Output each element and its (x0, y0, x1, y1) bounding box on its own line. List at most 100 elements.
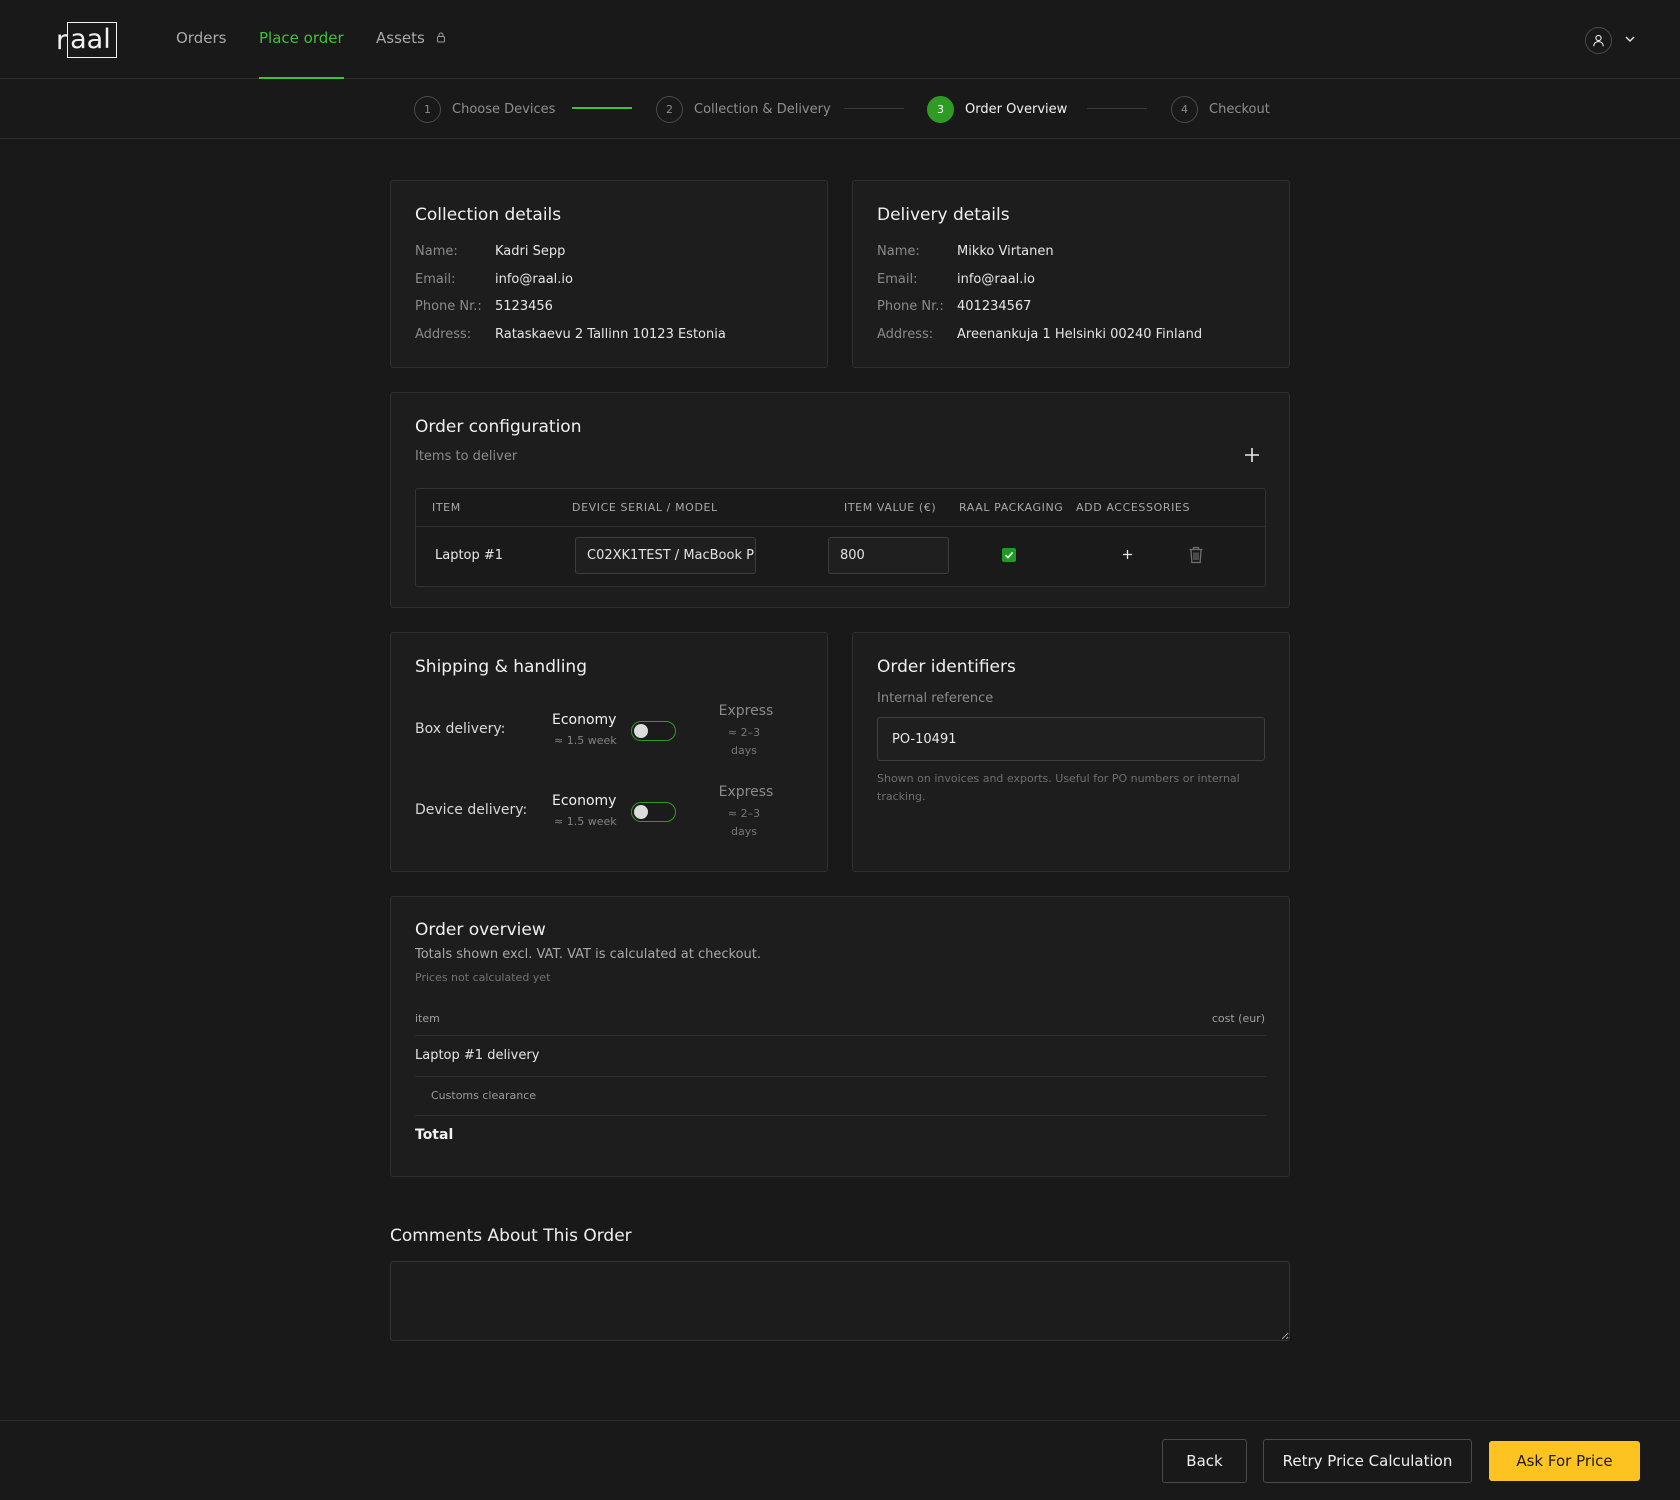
add-item-plus-icon[interactable] (1243, 446, 1261, 464)
retry-price-calculation-button[interactable]: Retry Price Calculation (1263, 1439, 1472, 1483)
step-label: Checkout (1209, 101, 1270, 117)
step-connector (1087, 108, 1147, 109)
comments-title: Comments About This Order (390, 1226, 632, 1246)
step-order-overview[interactable]: 3 Order Overview (927, 95, 1067, 123)
serial-model-input[interactable]: C02XK1TEST / MacBook P (575, 537, 756, 574)
express-option-label: Express (718, 784, 774, 800)
step-number: 4 (1171, 95, 1198, 123)
user-avatar-button[interactable] (1585, 27, 1612, 54)
order-stepper: 1 Choose Devices 2 Collection & Delivery… (0, 79, 1680, 139)
overview-subtitle: Totals shown excl. VAT. VAT is calculate… (415, 947, 762, 962)
card-title: Order overview (415, 920, 546, 940)
divider (415, 1035, 1266, 1036)
economy-option-label: Economy (552, 793, 617, 809)
logo-text-plain: r (56, 24, 68, 56)
step-label: Collection & Delivery (694, 101, 831, 117)
card-title: Order configuration (415, 417, 582, 437)
nav-assets-label: Assets (376, 29, 425, 47)
user-icon (1593, 34, 1604, 47)
box-delivery-express-toggle[interactable] (631, 721, 676, 741)
nav-place-order[interactable]: Place order (259, 0, 344, 79)
address-value: Rataskaevu 2 Tallinn 10123 Estonia (495, 327, 726, 342)
logo-text-boxed: aal (67, 22, 117, 58)
overview-subrow-label: Customs clearance (431, 1089, 537, 1102)
column-header: DEVICE SERIAL / MODEL (572, 501, 718, 514)
economy-duration: ≈ 1.5 week (554, 734, 617, 747)
step-number: 1 (414, 95, 441, 123)
phone-label: Phone Nr.: (877, 299, 944, 314)
step-number: 3 (927, 95, 954, 123)
shipping-handling-card: Shipping & handling Box delivery: Econom… (390, 632, 828, 872)
delivery-details-card: Delivery details Name: Mikko Virtanen Em… (852, 180, 1290, 368)
phone-label: Phone Nr.: (415, 299, 482, 314)
card-title: Order identifiers (877, 657, 1016, 677)
total-label: Total (415, 1127, 454, 1143)
express-duration-line: ≈ 2–3 (727, 807, 761, 820)
trash-icon[interactable] (1188, 546, 1204, 564)
column-header: ITEM VALUE (€) (844, 501, 937, 514)
phone-value: 5123456 (495, 299, 553, 314)
address-label: Address: (415, 327, 472, 342)
chevron-down-icon[interactable] (1623, 30, 1637, 48)
name-value: Kadri Sepp (495, 244, 566, 259)
economy-duration: ≈ 1.5 week (554, 815, 617, 828)
step-choose-devices[interactable]: 1 Choose Devices (414, 95, 555, 123)
ask-for-price-button[interactable]: Ask For Price (1489, 1441, 1640, 1481)
card-title: Delivery details (877, 205, 1010, 225)
items-subtitle: Items to deliver (415, 449, 518, 464)
divider (415, 1115, 1266, 1116)
nav-orders[interactable]: Orders (176, 0, 226, 79)
device-delivery-express-toggle[interactable] (631, 802, 676, 822)
express-option-label: Express (718, 703, 774, 719)
divider (416, 526, 1265, 527)
name-label: Name: (877, 244, 920, 259)
toggle-knob (634, 805, 648, 819)
column-header-cost: cost (eur) (1211, 1012, 1265, 1025)
order-configuration-card: Order configuration Items to deliver ITE… (390, 392, 1290, 608)
items-table: ITEM DEVICE SERIAL / MODEL ITEM VALUE (€… (415, 488, 1266, 587)
name-value: Mikko Virtanen (957, 244, 1054, 259)
comments-textarea[interactable] (390, 1261, 1290, 1341)
prices-note: Prices not calculated yet (415, 971, 551, 984)
toggle-knob (634, 724, 648, 738)
express-duration-line: ≈ 2–3 (727, 726, 761, 739)
raal-packaging-checkbox[interactable] (1002, 548, 1016, 562)
device-delivery-label: Device delivery: (415, 802, 528, 818)
divider (415, 1076, 1266, 1077)
express-duration: ≈ 2–3 days (714, 724, 774, 760)
express-duration: ≈ 2–3 days (714, 805, 774, 841)
email-label: Email: (415, 272, 456, 287)
email-label: Email: (877, 272, 918, 287)
raal-logo[interactable]: r aal (56, 22, 117, 58)
order-overview-card: Order overview Totals shown excl. VAT. V… (390, 896, 1290, 1177)
step-label: Order Overview (965, 101, 1068, 117)
add-accessory-plus-icon[interactable] (1122, 549, 1133, 560)
item-name: Laptop #1 (435, 548, 504, 563)
name-label: Name: (415, 244, 458, 259)
step-connector (844, 108, 904, 109)
column-header: ITEM (432, 501, 461, 514)
economy-option-label: Economy (552, 712, 617, 728)
email-value: info@raal.io (957, 272, 1035, 287)
card-title: Collection details (415, 205, 562, 225)
item-value-input[interactable]: 800 (828, 537, 949, 574)
overview-row-label: Laptop #1 delivery (415, 1048, 540, 1063)
checkmark-icon (1004, 551, 1014, 559)
express-duration-line: days (731, 825, 757, 838)
card-title: Shipping & handling (415, 657, 587, 677)
box-delivery-label: Box delivery: (415, 721, 506, 737)
internal-reference-label: Internal reference (877, 691, 994, 706)
internal-reference-input[interactable]: PO-10491 (877, 717, 1265, 761)
step-collection-delivery[interactable]: 2 Collection & Delivery (656, 95, 831, 123)
nav-assets[interactable]: Assets (376, 0, 446, 79)
back-button[interactable]: Back (1162, 1439, 1247, 1483)
step-checkout[interactable]: 4 Checkout (1171, 95, 1270, 123)
step-label: Choose Devices (452, 101, 556, 117)
collection-details-card: Collection details Name: Kadri Sepp Emai… (390, 180, 828, 368)
footer-actions: Back Retry Price Calculation Ask For Pri… (0, 1420, 1680, 1500)
column-header: ADD ACCESSORIES (1076, 501, 1191, 514)
lock-icon (436, 32, 445, 43)
address-value: Areenankuja 1 Helsinki 00240 Finland (957, 327, 1203, 342)
express-duration-line: days (731, 744, 757, 757)
column-header: RAAL PACKAGING (959, 501, 1064, 514)
